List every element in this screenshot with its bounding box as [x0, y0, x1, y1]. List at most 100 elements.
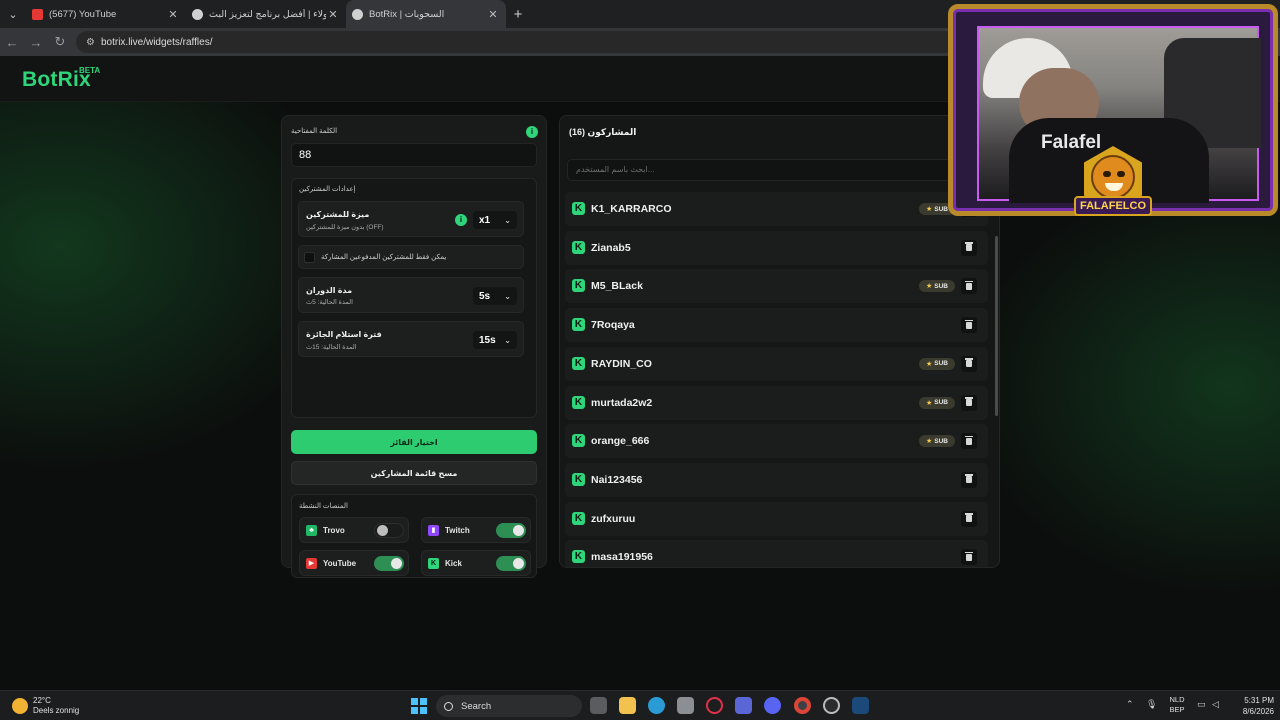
subscriber-settings-title: إعدادات المشتركين [299, 186, 356, 193]
url-field[interactable]: ⚙ botrix.live/widgets/raffles/ [76, 31, 976, 53]
trash-icon [965, 319, 973, 329]
mascot-mouth [1105, 183, 1123, 191]
trash-icon [965, 435, 973, 445]
participant-name: murtada2w2 [591, 396, 653, 409]
delete-participant-button[interactable] [961, 394, 977, 411]
delete-participant-button[interactable] [961, 317, 977, 334]
site-info-icon[interactable]: ⚙ [86, 37, 95, 48]
webcam-overlay: Falafel FALAFELCO [948, 4, 1278, 232]
platform-kick: K Kick [421, 550, 531, 576]
toggle-knob [513, 525, 524, 536]
reload-icon[interactable]: ↻ [48, 34, 72, 50]
tab-youtube[interactable]: (5677) YouTube ✕ [26, 0, 186, 28]
kick-icon: K [428, 558, 439, 569]
subscriber-advantage-row: ميزة للمشتركين بدون ميزة للمشتركين (OFF)… [298, 201, 524, 237]
url-text: botrix.live/widgets/raffles/ [100, 36, 213, 48]
volume-icon[interactable]: ◁ [1212, 699, 1219, 710]
sub-badge: ★ SUB [919, 280, 955, 293]
paid-only-checkbox[interactable] [304, 252, 315, 263]
sub-badge-label: SUB [934, 437, 948, 445]
keyboard-layout: BEP [1169, 705, 1185, 714]
participant-row: K RAYDIN_CO ★ SUB [565, 346, 988, 381]
kick-icon: K [572, 511, 585, 525]
tray-chevron-icon[interactable]: ⌃ [1126, 699, 1134, 710]
new-tab-icon[interactable]: + [506, 6, 530, 23]
participant-row: Kzufxuruu [565, 501, 988, 536]
participant-row: K Zianab5 [565, 230, 988, 265]
network-icon[interactable]: ▭ [1197, 699, 1206, 710]
advantage-multiplier-select[interactable]: x1 ⌄ [473, 211, 517, 229]
advantage-subtitle: بدون ميزة للمشتركين (OFF) [306, 224, 384, 231]
participants-title: المشاركون (16) [569, 127, 637, 137]
tab-raffles[interactable]: BotRix | السحوبات ✕ [346, 0, 506, 28]
task-view-icon[interactable] [590, 697, 607, 714]
toggle-knob [513, 558, 524, 569]
steam-icon[interactable] [852, 697, 869, 714]
twitch-toggle[interactable] [496, 523, 526, 538]
participant-search-input[interactable]: ابحث باسم المستخدم... [567, 159, 967, 181]
participant-row: K 7Roqaya [565, 308, 988, 343]
pick-winner-button[interactable]: اختيار الفائز [291, 430, 537, 454]
opera-icon[interactable] [706, 697, 723, 714]
participant-row: Kmurtada2w2 ★ SUB [565, 385, 988, 420]
paid-only-row[interactable]: يمكن فقط للمشتركين المدفوعين المشاركة [298, 245, 524, 269]
spin-duration-select[interactable]: 5s ⌄ [473, 287, 517, 305]
sub-badge-label: SUB [934, 360, 948, 368]
select-value: 5s [479, 290, 491, 302]
start-icon[interactable] [411, 698, 427, 714]
chrome-icon[interactable] [794, 697, 811, 714]
active-platforms-section: المنصات النشطة ♣ Trovo ▮ Twitch ▶ YouTub… [291, 494, 537, 578]
back-icon[interactable]: ← [0, 35, 24, 50]
info-icon[interactable]: i [455, 214, 467, 226]
tab-loyalty[interactable]: الولاء | أفضل برنامج لتعزيز البث ✕ [186, 0, 346, 28]
app-icon-2[interactable] [823, 697, 840, 714]
paid-only-label: يمكن فقط للمشتركين المدفوعين المشاركة [321, 254, 447, 261]
delete-participant-button[interactable] [961, 433, 977, 450]
delete-participant-button[interactable] [961, 549, 977, 566]
select-value: 15s [479, 334, 496, 346]
kick-icon: K [572, 202, 585, 215]
youtube-toggle[interactable] [374, 556, 404, 571]
delete-participant-button[interactable] [961, 278, 977, 295]
sun-icon [12, 698, 28, 714]
delete-participant-button[interactable] [961, 239, 977, 256]
participants-scrollbar[interactable] [995, 236, 998, 416]
kick-icon: K [572, 472, 585, 486]
close-tab-icon[interactable]: ✕ [486, 8, 500, 21]
keyword-input[interactable]: 88 [291, 143, 537, 167]
participant-name: masa191956 [591, 551, 653, 564]
microphone-icon[interactable]: 🎙 [1146, 699, 1157, 710]
taskbar-search[interactable]: Search [436, 695, 582, 717]
store-icon[interactable] [677, 697, 694, 714]
language-code: NLD [1169, 695, 1185, 704]
beta-badge: BETA [79, 66, 101, 75]
close-tab-icon[interactable]: ✕ [326, 8, 340, 21]
app-icon[interactable] [735, 697, 752, 714]
language-indicator[interactable]: NLD BEP [1166, 695, 1188, 715]
kick-toggle[interactable] [496, 556, 526, 571]
forward-icon[interactable]: → [24, 35, 48, 50]
trovo-icon: ♣ [306, 525, 317, 536]
discord-icon[interactable] [764, 697, 781, 714]
edge-icon[interactable] [648, 697, 665, 714]
file-explorer-icon[interactable] [619, 697, 636, 714]
participant-row: K Nai123456 [565, 462, 988, 497]
sub-badge: ★ SUB [919, 435, 955, 448]
delete-participant-button[interactable] [961, 355, 977, 372]
close-tab-icon[interactable]: ✕ [166, 8, 180, 21]
platform-youtube: ▶ YouTube [299, 550, 409, 576]
trash-icon [965, 474, 973, 484]
delete-participant-button[interactable] [961, 510, 977, 527]
weather-widget[interactable]: 22°C Deels zonnig [12, 696, 79, 716]
clock[interactable]: 5:31 PM 8/6/2026 [1226, 695, 1274, 717]
delete-participant-button[interactable] [961, 471, 977, 488]
clear-participants-button[interactable]: مسح قائمة المشاركين [291, 461, 537, 485]
kick-icon: K [572, 550, 585, 564]
tab-search-icon[interactable]: ⌄ [0, 0, 26, 28]
info-icon[interactable]: i [526, 126, 538, 138]
trovo-toggle[interactable] [374, 523, 404, 538]
star-icon: ★ [925, 360, 933, 368]
platform-name: YouTube [323, 559, 357, 568]
claim-period-select[interactable]: 15s ⌄ [473, 331, 517, 349]
kick-icon: K [572, 395, 585, 409]
